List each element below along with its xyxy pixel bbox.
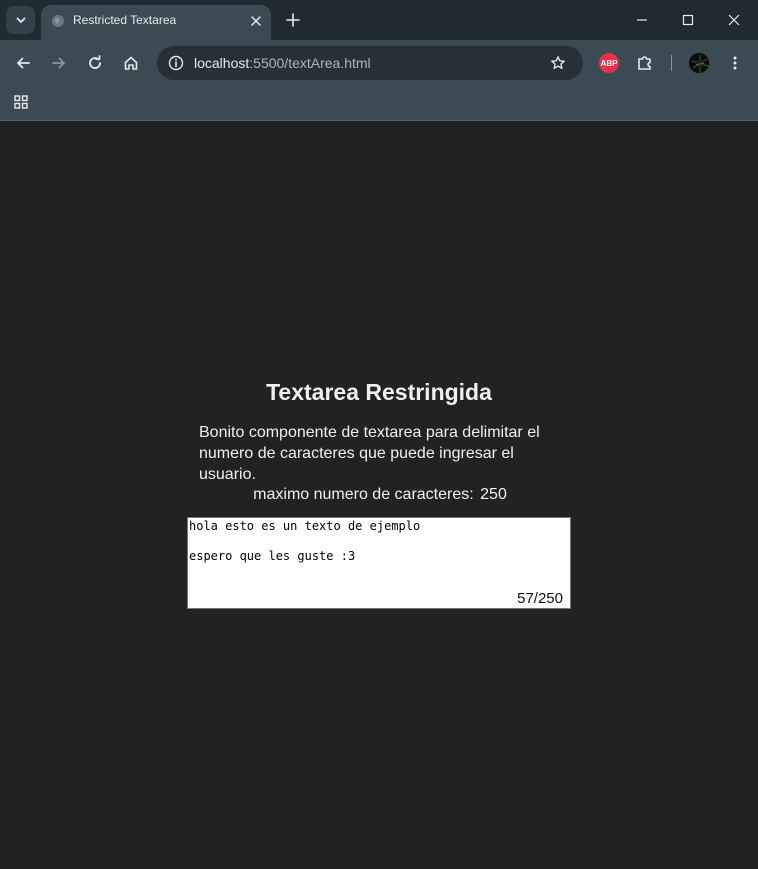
- reload-icon: [89, 55, 101, 69]
- minimize-icon: [637, 19, 647, 21]
- tab-title: Restricted Textarea: [73, 13, 177, 27]
- restricted-textarea-container: hola esto es un texto de ejemplo espero …: [187, 517, 571, 609]
- max-characters-line: maximo numero de caracteres: 250: [0, 486, 758, 504]
- bookmarks-bar: [0, 86, 758, 121]
- url-host: localhost: [194, 55, 250, 71]
- close-icon: [251, 16, 261, 26]
- browser-window: Restricted Textarea localhost:5500/textA…: [0, 0, 758, 869]
- forward-arrow-icon: [52, 57, 65, 69]
- page-description: Bonito componente de textarea para delim…: [199, 424, 540, 483]
- tab-search-button[interactable]: [6, 6, 35, 34]
- extensions-button[interactable]: [631, 49, 659, 77]
- adblock-extension-button[interactable]: ABP: [599, 53, 619, 73]
- max-characters-label: maximo numero de caracteres:: [253, 486, 474, 503]
- browser-menu-button[interactable]: [721, 49, 749, 77]
- info-icon[interactable]: [164, 51, 188, 75]
- globe-icon: [50, 13, 66, 29]
- toolbar-separator: [671, 55, 672, 71]
- forward-button[interactable]: [45, 49, 73, 77]
- character-counter: 57/250: [517, 590, 563, 607]
- home-button[interactable]: [117, 49, 145, 77]
- tab-close-button[interactable]: [246, 11, 266, 31]
- close-window-button[interactable]: [716, 6, 752, 34]
- puzzle-icon: [638, 56, 651, 70]
- close-icon: [728, 14, 740, 26]
- back-button[interactable]: [9, 49, 37, 77]
- kebab-menu-icon: [733, 56, 737, 70]
- max-characters-value: 250: [480, 486, 507, 503]
- page-title: Textarea Restringida: [266, 379, 492, 405]
- url-text[interactable]: localhost:5500/textArea.html: [194, 55, 371, 71]
- minimize-button[interactable]: [624, 6, 660, 34]
- new-tab-button[interactable]: [281, 8, 305, 32]
- address-bar[interactable]: localhost:5500/textArea.html: [157, 46, 583, 80]
- reload-button[interactable]: [81, 49, 109, 77]
- profile-avatar[interactable]: [688, 52, 710, 74]
- abp-label: ABP: [600, 58, 618, 68]
- apps-button[interactable]: [10, 91, 32, 113]
- tab-strip: Restricted Textarea: [0, 0, 758, 40]
- maximize-icon: [682, 14, 694, 26]
- restricted-textarea[interactable]: hola esto es un texto de ejemplo espero …: [188, 518, 570, 608]
- page-content: Textarea Restringida Bonito componente d…: [0, 121, 758, 869]
- tab-active[interactable]: Restricted Textarea: [41, 5, 271, 40]
- chevron-down-icon: [16, 17, 25, 23]
- apps-grid-icon: [14, 95, 28, 109]
- star-icon[interactable]: [546, 51, 570, 75]
- maximize-button[interactable]: [670, 6, 706, 34]
- home-icon: [124, 56, 138, 70]
- browser-toolbar: localhost:5500/textArea.html ABP: [0, 40, 758, 86]
- url-path: :5500/textArea.html: [249, 55, 371, 71]
- plus-icon: [286, 13, 300, 27]
- back-arrow-icon: [17, 57, 30, 69]
